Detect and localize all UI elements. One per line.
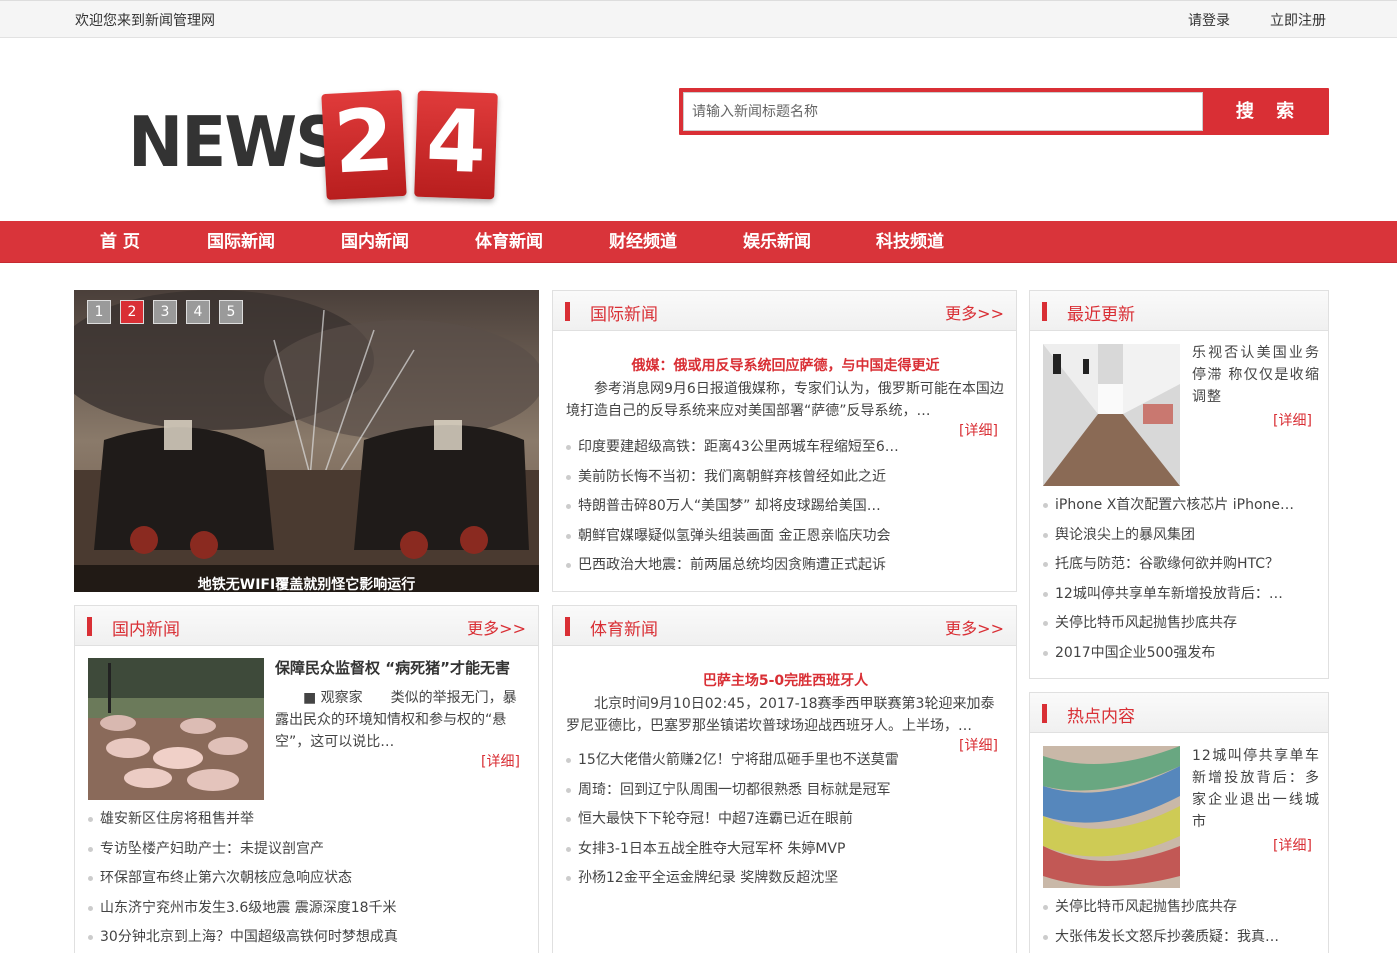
panel-title: 国内新闻 — [112, 620, 180, 640]
list-item[interactable]: 专访坠楼产妇助产士：未提议剖宫产 — [87, 835, 527, 865]
domestic-feature-image[interactable] — [88, 658, 264, 800]
domestic-news-panel: 国内新闻 更多>> 保障民众监督权 “病死猪”才能无害 ■ 观察家 类似的举报无… — [74, 605, 539, 953]
panel-header: 国际新闻 更多>> — [553, 291, 1016, 331]
main-nav: 首 页 国际新闻 国内新闻 体育新闻 财经频道 娱乐新闻 科技频道 — [0, 221, 1397, 263]
panel-header: 最近更新 — [1030, 291, 1328, 331]
domestic-feature-text: ■ 观察家 类似的举报无门，暴露出民众的环境知情权和参与权的“悬空”，这可以说比… — [275, 690, 517, 750]
list-item[interactable]: 关停比特币风起抛售抄底共存 — [1042, 609, 1304, 639]
top-bar: 欢迎您来到新闻管理网 请登录 立即注册 — [0, 0, 1397, 38]
slider-pagination: 12345 — [87, 300, 252, 324]
header-accent-bar — [565, 617, 570, 636]
header-accent-bar — [1042, 302, 1047, 321]
detail-link[interactable]: [详细] — [481, 751, 520, 771]
panel-title: 体育新闻 — [590, 620, 658, 640]
news-list: 印度要建超级高铁：距离43公里两城车程缩短至6… 美前防长悔不当初：我们离朝鲜弃… — [565, 433, 915, 581]
recent-feature-text[interactable]: 乐视否认美国业务停滞 称仅仅是收缩调整 — [1192, 342, 1320, 408]
international-news-panel: 国际新闻 更多>> 俄媒：俄或用反导系统回应萨德，与中国走得更近 参考消息网9月… — [552, 290, 1017, 592]
slider-page-2[interactable]: 2 — [120, 300, 144, 324]
list-item[interactable]: 15亿大佬借火箭赚2亿！宁将甜瓜砸手里也不送莫雷 — [565, 746, 1005, 776]
register-link[interactable]: 立即注册 — [1270, 10, 1326, 30]
slider-page-5[interactable]: 5 — [219, 300, 243, 324]
search-button[interactable]: 搜 索 — [1209, 88, 1329, 135]
header-accent-bar — [1042, 704, 1047, 723]
nav-item-finance[interactable]: 财经频道 — [609, 221, 677, 263]
slider-page-3[interactable]: 3 — [153, 300, 177, 324]
hot-content-panel: 热点内容 12城叫停共享单车新增投放背后：多家企业退出一线城市 [详细] 关停比… — [1029, 692, 1329, 953]
panel-title: 热点内容 — [1067, 707, 1135, 727]
recent-updates-panel: 最近更新 乐视否认美国业务停滞 称仅仅是收缩调整 [详细] iPhone X首次… — [1029, 290, 1329, 679]
slider-image — [74, 290, 539, 592]
search-box: 搜 索 — [679, 88, 1329, 135]
slider-page-1[interactable]: 1 — [87, 300, 111, 324]
list-item[interactable]: 印度要建超级高铁：距离43公里两城车程缩短至6… — [565, 433, 915, 463]
panel-header: 热点内容 — [1030, 693, 1328, 733]
header-accent-bar — [565, 302, 570, 321]
image-slider[interactable]: 12345 地铁无WIFI覆盖就别怪它影响运行 — [74, 290, 539, 592]
site-logo[interactable]: NEWS 2 4 — [128, 86, 508, 204]
headline-link[interactable]: 巴萨主场5-0完胜西班牙人 — [553, 670, 1018, 690]
list-item[interactable]: 大张伟发长文怒斥抄袭质疑：我真… — [1042, 923, 1304, 953]
list-item[interactable]: 恒大最快下下轮夺冠！中超7连霸已近在眼前 — [565, 805, 1005, 835]
list-item[interactable]: 环保部宣布终止第六次朝核应急响应状态 — [87, 864, 527, 894]
detail-link[interactable]: [详细] — [1273, 835, 1312, 855]
header-accent-bar — [87, 617, 92, 636]
headline-summary: 参考消息网9月6日报道俄媒称，专家们认为，俄罗斯可能在本国边境打造自己的反导系统… — [566, 381, 1004, 419]
sports-news-panel: 体育新闻 更多>> 巴萨主场5-0完胜西班牙人 北京时间9月10日02:45，2… — [552, 605, 1017, 953]
more-link[interactable]: 更多>> — [945, 300, 1004, 324]
detail-link[interactable]: [详细] — [959, 420, 998, 440]
headline-summary: 北京时间9月10日02:45，2017-18赛季西甲联赛第3轮迎来加泰罗尼亚德比… — [566, 696, 995, 734]
hot-feature-image[interactable] — [1043, 746, 1180, 888]
panel-title: 国际新闻 — [590, 305, 658, 325]
headline-link[interactable]: 俄媒：俄或用反导系统回应萨德，与中国走得更近 — [553, 355, 1018, 375]
logo-digit: 2 — [321, 89, 407, 201]
panel-title: 最近更新 — [1067, 305, 1135, 325]
list-item[interactable]: 特朗普击碎80万人“美国梦” 却将皮球踢给美国… — [565, 492, 915, 522]
more-link[interactable]: 更多>> — [945, 615, 1004, 639]
nav-item-sports[interactable]: 体育新闻 — [475, 221, 543, 263]
nav-item-tech[interactable]: 科技频道 — [876, 221, 944, 263]
domestic-feature-title[interactable]: 保障民众监督权 “病死猪”才能无害 — [275, 657, 510, 678]
detail-link[interactable]: [详细] — [1273, 410, 1312, 430]
search-input[interactable] — [683, 92, 1203, 131]
list-item[interactable]: 30分钟北京到上海？中国超级高铁何时梦想成真 — [87, 923, 527, 953]
panel-header: 国内新闻 更多>> — [75, 606, 538, 646]
list-item[interactable]: 周琦：回到辽宁队周围一切都很熟悉 目标就是冠军 — [565, 776, 1005, 806]
slider-page-4[interactable]: 4 — [186, 300, 210, 324]
nav-item-entertainment[interactable]: 娱乐新闻 — [743, 221, 811, 263]
list-item[interactable]: 朝鲜官媒曝疑似氢弹头组装画面 金正恩亲临庆功会 — [565, 522, 915, 552]
panel-header: 体育新闻 更多>> — [553, 606, 1016, 646]
logo-digit: 4 — [414, 90, 498, 200]
more-link[interactable]: 更多>> — [467, 615, 526, 639]
news-list: 雄安新区住房将租售并举 专访坠楼产妇助产士：未提议剖宫产 环保部宣布终止第六次朝… — [87, 805, 527, 953]
logo-text: NEWS — [128, 102, 343, 183]
login-link[interactable]: 请登录 — [1188, 10, 1230, 30]
slider-caption[interactable]: 地铁无WIFI覆盖就别怪它影响运行 — [74, 565, 539, 592]
news-list: 15亿大佬借火箭赚2亿！宁将甜瓜砸手里也不送莫雷 周琦：回到辽宁队周围一切都很熟… — [565, 746, 1005, 894]
nav-item-home[interactable]: 首 页 — [100, 221, 140, 263]
list-item[interactable]: 巴西政治大地震：前两届总统均因贪贿遭正式起诉 — [565, 551, 915, 581]
recent-feature-image[interactable] — [1043, 344, 1180, 486]
list-item[interactable]: 美前防长悔不当初：我们离朝鲜弃核曾经如此之近 — [565, 463, 915, 493]
hot-feature-text[interactable]: 12城叫停共享单车新增投放背后：多家企业退出一线城市 — [1192, 745, 1320, 833]
list-item[interactable]: 托底与防范：谷歌缘何欲并购HTC？ — [1042, 550, 1304, 580]
list-item[interactable]: 关停比特币风起抛售抄底共存 — [1042, 893, 1304, 923]
list-item[interactable]: 2017中国企业500强发布 — [1042, 639, 1304, 669]
list-item[interactable]: 12城叫停共享单车新增投放背后：… — [1042, 580, 1304, 610]
welcome-text: 欢迎您来到新闻管理网 — [75, 13, 215, 29]
news-list: iPhone X首次配置六核芯片 iPhone… 舆论浪尖上的暴风集团 托底与防… — [1042, 491, 1304, 668]
list-item[interactable]: iPhone X首次配置六核芯片 iPhone… — [1042, 491, 1304, 521]
news-list: 关停比特币风起抛售抄底共存 大张伟发长文怒斥抄袭质疑：我真… — [1042, 893, 1304, 952]
list-item[interactable]: 孙杨12金平全运金牌纪录 奖牌数反超沈坚 — [565, 864, 1005, 894]
list-item[interactable]: 山东济宁兖州市发生3.6级地震 震源深度18千米 — [87, 894, 527, 924]
list-item[interactable]: 雄安新区住房将租售并举 — [87, 805, 527, 835]
list-item[interactable]: 舆论浪尖上的暴风集团 — [1042, 521, 1304, 551]
nav-item-domestic[interactable]: 国内新闻 — [341, 221, 409, 263]
nav-item-international[interactable]: 国际新闻 — [207, 221, 275, 263]
list-item[interactable]: 女排3-1日本五战全胜夺大冠军杯 朱婷MVP — [565, 835, 1005, 865]
